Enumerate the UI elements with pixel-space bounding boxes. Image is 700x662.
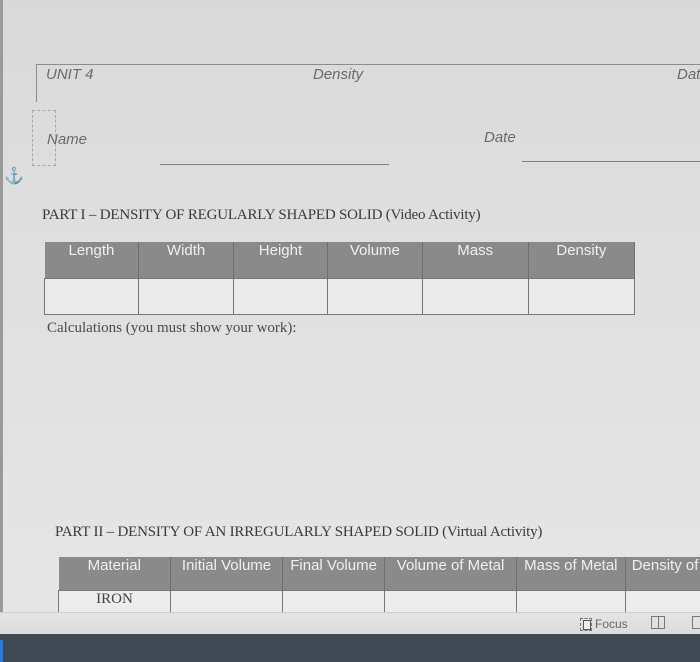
header-date-label: Dat xyxy=(677,66,700,83)
header-rule xyxy=(36,64,700,65)
part1-title: PART I – DENSITY OF REGULARLY SHAPED SOL… xyxy=(42,207,481,223)
column-header: Density xyxy=(528,242,636,279)
column-header: Volume of Metal xyxy=(384,557,517,591)
table-cell-width[interactable] xyxy=(138,278,234,315)
date-field[interactable] xyxy=(522,161,700,162)
table-cell-mass[interactable] xyxy=(421,278,529,315)
focus-button[interactable]: Focus xyxy=(580,615,628,633)
header-rule-left xyxy=(36,64,37,102)
table-header-row: Material Initial Volume Final Volume Vol… xyxy=(58,557,700,591)
focus-label: Focus xyxy=(595,617,628,631)
topic-title: Density xyxy=(313,66,364,83)
taskbar-accent xyxy=(0,640,3,662)
date-label: Date xyxy=(484,129,516,146)
unit-label: UNIT 4 xyxy=(46,66,94,83)
name-label: Name xyxy=(47,131,88,148)
column-header: Height xyxy=(233,242,329,279)
column-header: Final Volume xyxy=(282,557,386,591)
table-cell-density[interactable] xyxy=(527,278,636,315)
column-header: Volume xyxy=(327,242,423,279)
read-mode-icon[interactable] xyxy=(651,616,665,629)
taskbar xyxy=(0,634,700,662)
part1-table: Length Width Height Volume Mass Density xyxy=(43,242,636,315)
table-row xyxy=(43,278,636,315)
column-header: Width xyxy=(138,242,234,279)
column-header: Material xyxy=(58,557,172,591)
column-header: Initial Volume xyxy=(170,557,284,591)
table-cell-volume[interactable] xyxy=(327,278,423,315)
name-field[interactable] xyxy=(160,164,389,165)
calculations-label: Calculations (you must show your work): xyxy=(47,320,297,336)
window-edge xyxy=(0,0,3,632)
anchor-icon[interactable]: ⚓ xyxy=(4,167,24,187)
part2-title: PART II – DENSITY OF AN IRREGULARLY SHAP… xyxy=(55,524,543,540)
table-cell-height[interactable] xyxy=(232,278,329,315)
column-header: Length xyxy=(44,242,140,279)
table-header-row: Length Width Height Volume Mass Density xyxy=(44,242,636,279)
table-cell-length[interactable] xyxy=(43,278,140,315)
column-header: Mass xyxy=(422,242,529,279)
column-header: Density of xyxy=(625,557,700,591)
focus-icon xyxy=(580,617,592,631)
column-header: Mass of Metal xyxy=(516,557,626,591)
print-layout-icon[interactable] xyxy=(692,616,700,629)
